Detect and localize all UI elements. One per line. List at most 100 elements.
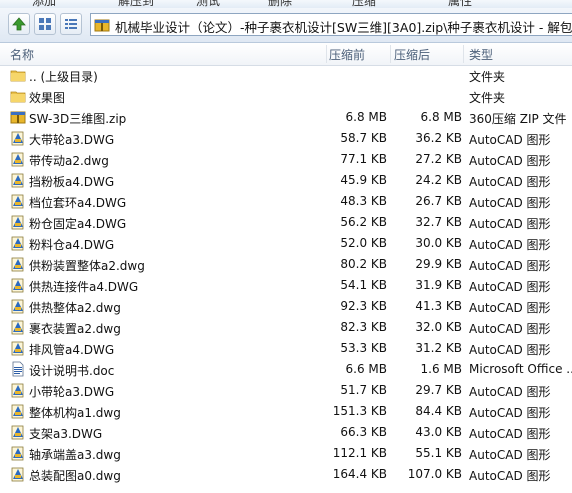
file-type: AutoCAD 图形 bbox=[469, 406, 551, 420]
view-details-button[interactable] bbox=[60, 13, 82, 35]
file-type: AutoCAD 图形 bbox=[469, 238, 551, 252]
file-type: AutoCAD 图形 bbox=[469, 133, 551, 147]
file-packed-size: 41.3 KB bbox=[415, 299, 462, 313]
dwg-icon bbox=[10, 235, 26, 251]
column-size[interactable]: 压缩前 bbox=[329, 46, 365, 63]
file-name: 设计说明书.doc bbox=[29, 364, 115, 378]
file-name: 粉仓固定a4.DWG bbox=[29, 217, 127, 231]
dwg-icon bbox=[10, 193, 26, 209]
file-name: 整体机构a1.dwg bbox=[29, 406, 121, 420]
file-row[interactable]: 供热整体a2.dwg 92.3 KB 41.3 KB AutoCAD 图形 bbox=[0, 296, 572, 317]
file-name: 供热整体a2.dwg bbox=[29, 301, 121, 315]
file-packed-size: 29.7 KB bbox=[415, 383, 462, 397]
file-size: 66.3 KB bbox=[340, 425, 387, 439]
file-size: 53.3 KB bbox=[340, 341, 387, 355]
dwg-icon bbox=[10, 256, 26, 272]
file-packed-size: 6.8 MB bbox=[420, 110, 462, 124]
file-type: AutoCAD 图形 bbox=[469, 301, 551, 315]
file-packed-size: 27.2 KB bbox=[415, 152, 462, 166]
file-row[interactable]: 大带轮a3.DWG 58.7 KB 36.2 KB AutoCAD 图形 bbox=[0, 128, 572, 149]
file-name: 挡粉板a4.DWG bbox=[29, 175, 115, 189]
file-packed-size: 84.4 KB bbox=[415, 404, 462, 418]
file-size: 92.3 KB bbox=[340, 299, 387, 313]
file-name: 裹衣装置a2.dwg bbox=[29, 322, 121, 336]
file-packed-size: 31.9 KB bbox=[415, 278, 462, 292]
dwg-icon bbox=[10, 214, 26, 230]
test-button[interactable]: 测试 bbox=[196, 0, 220, 8]
dwg-icon bbox=[10, 466, 26, 482]
dwg-icon bbox=[10, 151, 26, 167]
column-name[interactable]: 名称 bbox=[10, 46, 34, 63]
file-row[interactable]: 粉料仓a4.DWG 52.0 KB 30.0 KB AutoCAD 图形 bbox=[0, 233, 572, 254]
file-packed-size: 36.2 KB bbox=[415, 131, 462, 145]
file-name: 供粉装置整体a2.dwg bbox=[29, 259, 145, 273]
doc-icon bbox=[10, 361, 26, 377]
file-row[interactable]: SW-3D三维图.zip 6.8 MB 6.8 MB 360压缩 ZIP 文件 bbox=[0, 107, 572, 128]
grid-view-icon bbox=[39, 18, 51, 30]
dwg-icon bbox=[10, 424, 26, 440]
file-packed-size: 32.0 KB bbox=[415, 320, 462, 334]
file-row[interactable]: 带传动a2.dwg 77.1 KB 27.2 KB AutoCAD 图形 bbox=[0, 149, 572, 170]
file-type: 文件夹 bbox=[469, 91, 506, 105]
extract-to-button[interactable]: 解压到 bbox=[118, 0, 154, 8]
file-type: AutoCAD 图形 bbox=[469, 154, 551, 168]
file-packed-size: 55.1 KB bbox=[415, 446, 462, 460]
file-row[interactable]: 供粉装置整体a2.dwg 80.2 KB 29.9 KB AutoCAD 图形 bbox=[0, 254, 572, 275]
address-path: 机械毕业设计（论文）-种子裹衣机设计[SW三维][3A0].zip\种子裹衣机设… bbox=[115, 20, 572, 35]
file-type: AutoCAD 图形 bbox=[469, 385, 551, 399]
list-view-icon bbox=[65, 19, 77, 29]
file-type: Microsoft Office ... bbox=[469, 362, 572, 376]
file-type: AutoCAD 图形 bbox=[469, 217, 551, 231]
file-size: 56.2 KB bbox=[340, 215, 387, 229]
file-size: 52.0 KB bbox=[340, 236, 387, 250]
file-packed-size: 29.9 KB bbox=[415, 257, 462, 271]
dwg-icon bbox=[10, 130, 26, 146]
folder-up-icon bbox=[10, 67, 26, 83]
file-size: 6.8 MB bbox=[345, 110, 387, 124]
file-name: 小带轮a3.DWG bbox=[29, 385, 115, 399]
file-row[interactable]: 档位套环a4.DWG 48.3 KB 26.7 KB AutoCAD 图形 bbox=[0, 191, 572, 212]
column-packed-size[interactable]: 压缩后 bbox=[394, 46, 430, 63]
file-row[interactable]: 设计说明书.doc 6.6 MB 1.6 MB Microsoft Office ..… bbox=[0, 359, 572, 380]
column-type[interactable]: 类型 bbox=[469, 46, 493, 63]
file-row[interactable]: 挡粉板a4.DWG 45.9 KB 24.2 KB AutoCAD 图形 bbox=[0, 170, 572, 191]
dwg-icon bbox=[10, 298, 26, 314]
file-row[interactable]: 效果图 文件夹 bbox=[0, 86, 572, 107]
file-row[interactable]: 支架a3.DWG 66.3 KB 43.0 KB AutoCAD 图形 bbox=[0, 422, 572, 443]
file-row[interactable]: 整体机构a1.dwg 151.3 KB 84.4 KB AutoCAD 图形 bbox=[0, 401, 572, 422]
file-row[interactable]: 粉仓固定a4.DWG 56.2 KB 32.7 KB AutoCAD 图形 bbox=[0, 212, 572, 233]
up-level-button[interactable] bbox=[8, 13, 30, 35]
file-name: 支架a3.DWG bbox=[29, 427, 103, 441]
properties-button[interactable]: 属性 bbox=[448, 0, 472, 8]
file-row[interactable]: 小带轮a3.DWG 51.7 KB 29.7 KB AutoCAD 图形 bbox=[0, 380, 572, 401]
folder-icon bbox=[10, 88, 26, 104]
up-arrow-icon bbox=[12, 17, 26, 31]
file-row[interactable]: 总装配图a0.dwg 164.4 KB 107.0 KB AutoCAD 图形 bbox=[0, 464, 572, 485]
add-button[interactable]: 添加 bbox=[32, 0, 56, 8]
file-row[interactable]: 排风管a4.DWG 53.3 KB 31.2 KB AutoCAD 图形 bbox=[0, 338, 572, 359]
file-row[interactable]: 裹衣装置a2.dwg 82.3 KB 32.0 KB AutoCAD 图形 bbox=[0, 317, 572, 338]
file-type: AutoCAD 图形 bbox=[469, 427, 551, 441]
file-name: 效果图 bbox=[29, 91, 66, 105]
dwg-icon bbox=[10, 445, 26, 461]
file-name: 带传动a2.dwg bbox=[29, 154, 109, 168]
file-size: 6.6 MB bbox=[345, 362, 387, 376]
file-name: 排风管a4.DWG bbox=[29, 343, 115, 357]
file-row[interactable]: .. (上级目录) 文件夹 bbox=[0, 65, 572, 86]
file-size: 164.4 KB bbox=[332, 467, 387, 481]
compress-button[interactable]: 压缩 bbox=[352, 0, 376, 8]
file-type: AutoCAD 图形 bbox=[469, 280, 551, 294]
delete-button[interactable]: 删除 bbox=[268, 0, 292, 8]
dwg-icon bbox=[10, 172, 26, 188]
file-type: AutoCAD 图形 bbox=[469, 322, 551, 336]
dwg-icon bbox=[10, 319, 26, 335]
file-packed-size: 24.2 KB bbox=[415, 173, 462, 187]
dwg-icon bbox=[10, 340, 26, 356]
file-size: 58.7 KB bbox=[340, 131, 387, 145]
file-row[interactable]: 轴承端盖a3.dwg 112.1 KB 55.1 KB AutoCAD 图形 bbox=[0, 443, 572, 464]
address-bar[interactable]: 机械毕业设计（论文）-种子裹衣机设计[SW三维][3A0].zip\种子裹衣机设… bbox=[90, 13, 572, 36]
file-row[interactable]: 供热连接件a4.DWG 54.1 KB 31.9 KB AutoCAD 图形 bbox=[0, 275, 572, 296]
file-size: 82.3 KB bbox=[340, 320, 387, 334]
file-size: 112.1 KB bbox=[332, 446, 387, 460]
view-icons-button[interactable] bbox=[34, 13, 56, 35]
